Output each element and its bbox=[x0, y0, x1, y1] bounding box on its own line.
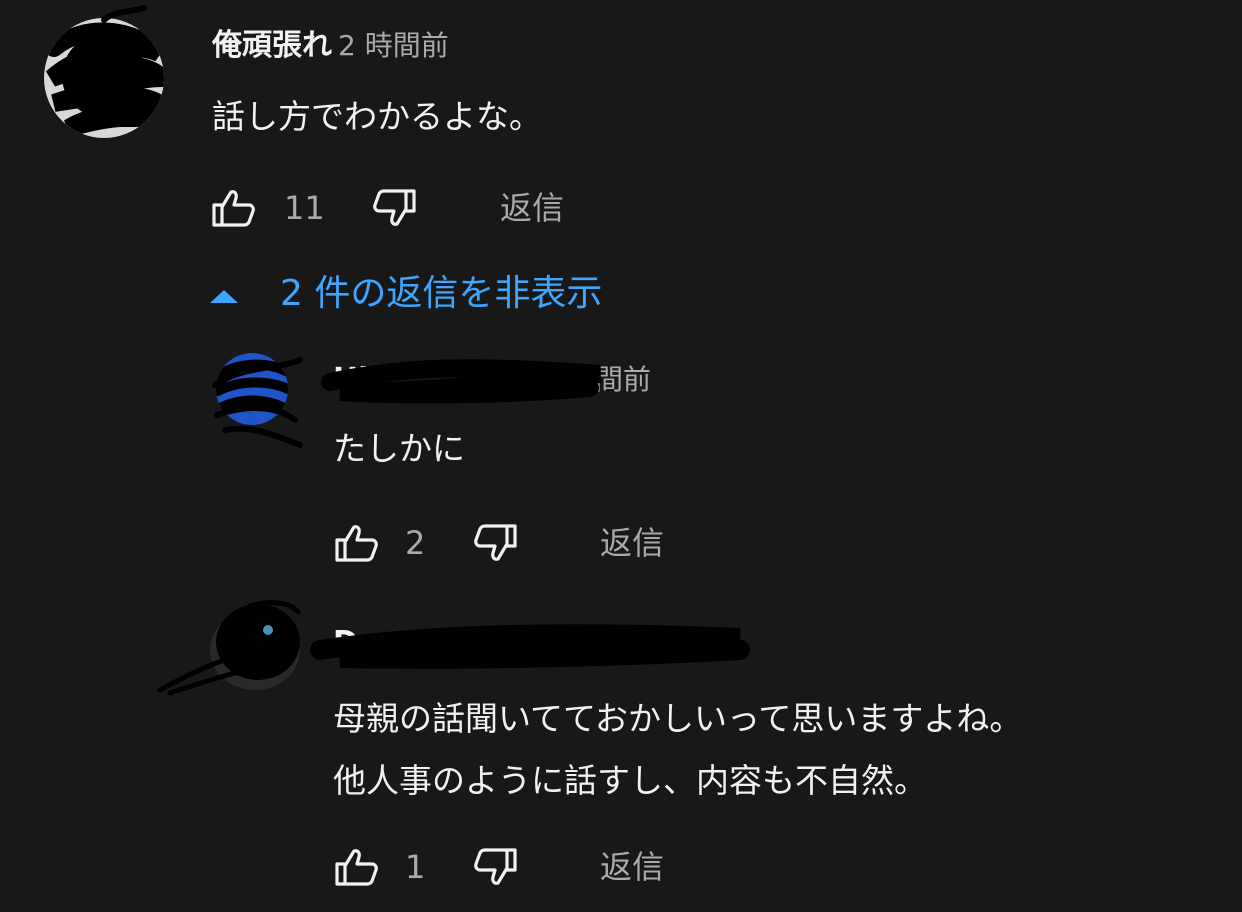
reply-header: Hi 時間前 bbox=[333, 362, 651, 398]
like-button[interactable] bbox=[333, 845, 379, 889]
thumbs-down-icon bbox=[474, 524, 517, 561]
comment-text: 話し方でわかるよな。 bbox=[212, 86, 542, 148]
dislike-button[interactable] bbox=[473, 521, 519, 565]
like-count: 1 bbox=[405, 848, 426, 886]
like-count: 11 bbox=[284, 189, 325, 227]
thumbs-down-icon bbox=[474, 848, 517, 885]
reply-time[interactable]: 時間前 bbox=[651, 625, 735, 661]
comment-header: 俺頑張れ 2 時間前 bbox=[212, 28, 449, 64]
reply-header: D 時間前 bbox=[333, 625, 735, 661]
reply-time[interactable]: 時間前 bbox=[567, 362, 651, 398]
comment-author[interactable]: 俺頑張れ bbox=[212, 28, 332, 63]
like-button[interactable] bbox=[210, 186, 256, 230]
comment-time[interactable]: 2 時間前 bbox=[338, 29, 449, 62]
reply-actions: 1 返信 bbox=[333, 845, 733, 889]
dislike-button[interactable] bbox=[372, 186, 418, 230]
dislike-button[interactable] bbox=[473, 845, 519, 889]
avatar[interactable] bbox=[44, 18, 164, 138]
reply-button[interactable]: 返信 bbox=[500, 186, 564, 230]
redaction-scribble bbox=[216, 359, 288, 414]
redaction-scribble bbox=[45, 22, 164, 137]
comment-text-line: 話し方でわかるよな。 bbox=[212, 97, 542, 136]
reply-text: たしかに bbox=[333, 418, 465, 480]
reply-author[interactable]: D bbox=[333, 625, 358, 660]
reply-actions: 2 返信 bbox=[333, 521, 733, 565]
reply-text-line: たしかに bbox=[333, 429, 465, 468]
thumbs-up-icon bbox=[212, 190, 255, 227]
reply-text: 母親の話聞いてておかしいって思いますよね。 他人事のように話すし、内容も不自然。 bbox=[333, 688, 1022, 812]
reply-author[interactable]: Hi bbox=[333, 362, 368, 397]
avatar[interactable] bbox=[216, 353, 288, 425]
reply-button[interactable]: 返信 bbox=[600, 521, 664, 565]
reply-text-line: 母親の話聞いてておかしいって思いますよね。 bbox=[333, 699, 1023, 738]
caret-up-icon bbox=[210, 290, 238, 303]
reply-text-line: 他人事のように話すし、内容も不自然。 bbox=[333, 761, 927, 800]
comment-actions: 11 返信 bbox=[210, 186, 610, 230]
hide-replies-label: 2 件の返信を非表示 bbox=[280, 273, 603, 314]
thumbs-up-icon bbox=[335, 525, 378, 562]
reply-button[interactable]: 返信 bbox=[600, 845, 664, 889]
avatar[interactable] bbox=[210, 610, 300, 690]
like-button[interactable] bbox=[333, 521, 379, 565]
like-count: 2 bbox=[405, 524, 426, 562]
thumbs-down-icon bbox=[373, 189, 416, 226]
thumbs-up-icon bbox=[335, 849, 378, 886]
